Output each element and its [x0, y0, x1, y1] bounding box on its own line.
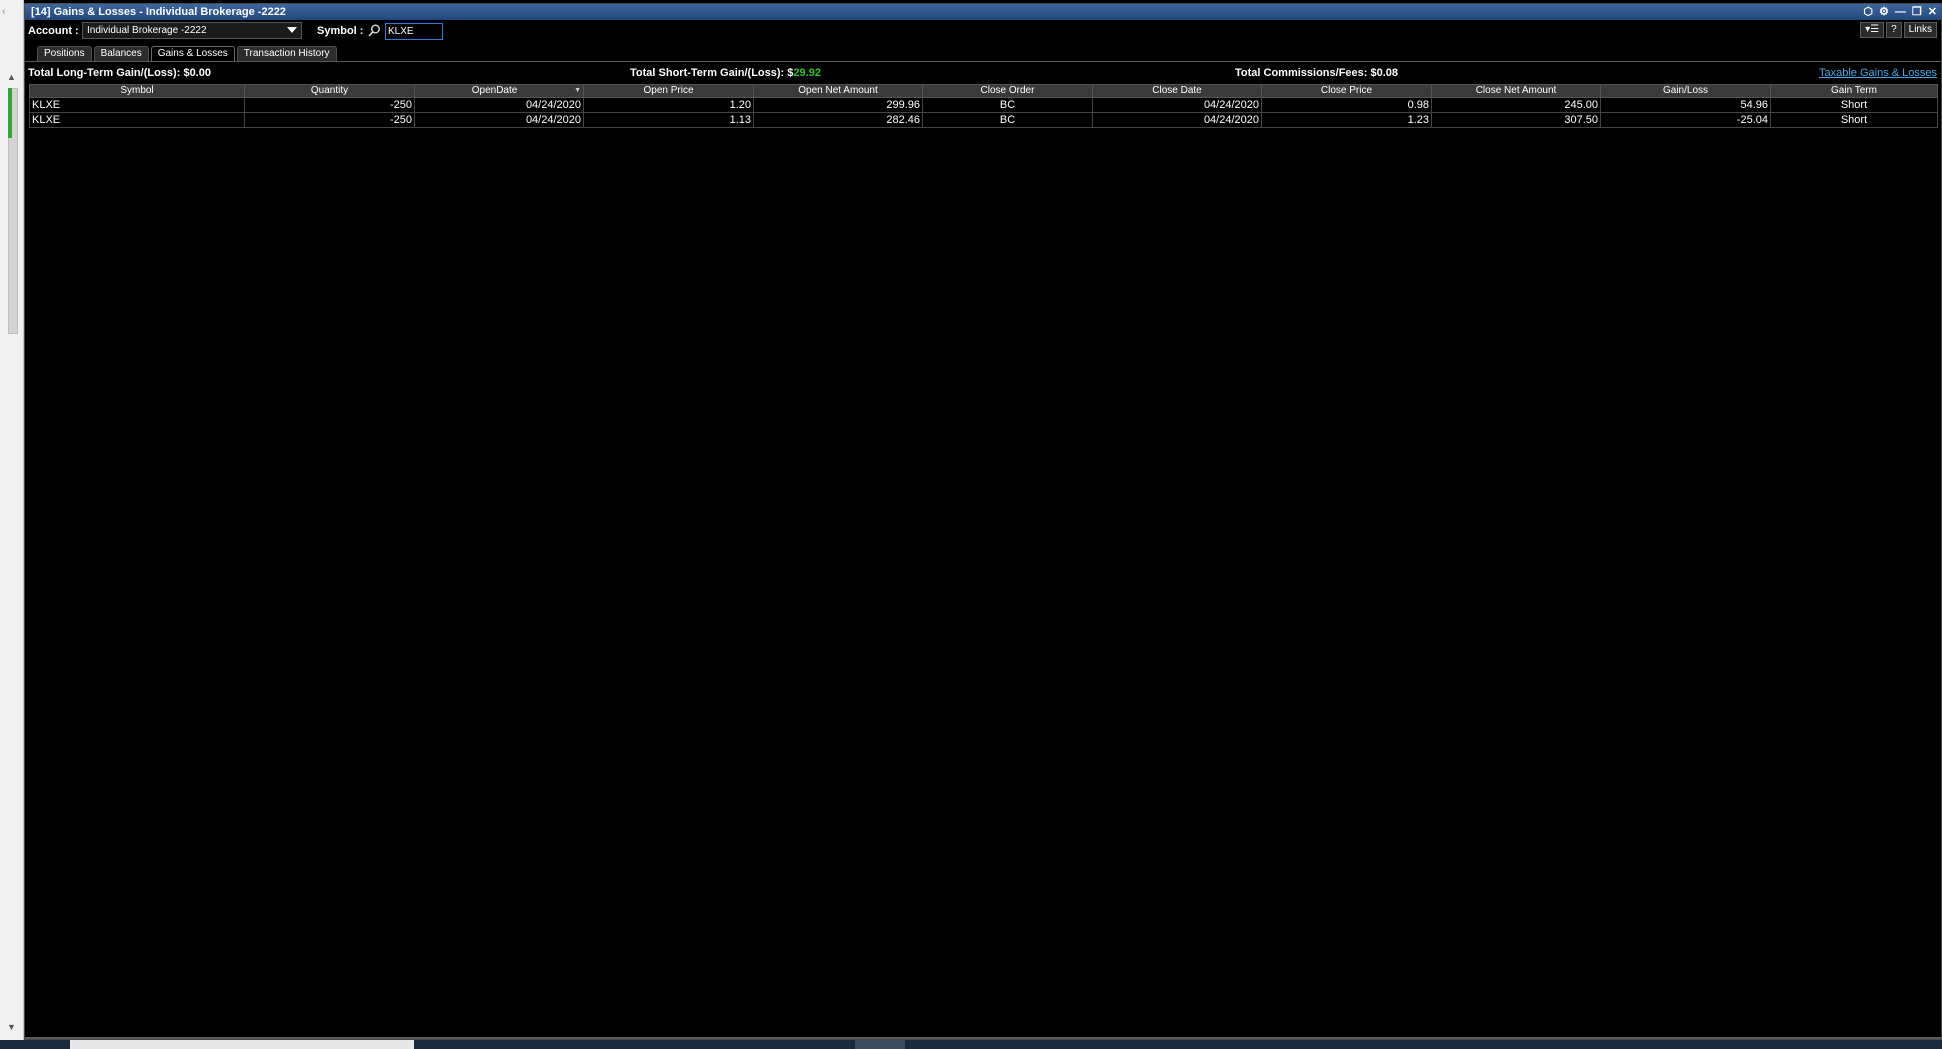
table-header-row: Symbol Quantity OpenDate ▼ Open Price Ope…	[29, 84, 1938, 98]
symbol-input[interactable]	[385, 23, 443, 40]
account-label: Account :	[28, 25, 79, 37]
window-title: [14] Gains & Losses - Individual Brokera…	[31, 6, 286, 18]
taskbar-active-app[interactable]	[855, 1040, 905, 1049]
search-icon[interactable]	[368, 24, 381, 37]
sort-desc-icon: ▼	[574, 87, 581, 94]
window-bottom-border	[25, 1037, 1941, 1039]
help-button[interactable]: ?	[1886, 22, 1902, 38]
col-header-opendate[interactable]: OpenDate ▼	[414, 84, 584, 98]
table-row[interactable]: KLXE -250 04/24/2020 1.20 299.96 BC 04/2…	[29, 97, 1938, 113]
cell-open-net-amount: 299.96	[753, 97, 923, 113]
col-header-close-date[interactable]: Close Date	[1092, 84, 1262, 98]
long-term-summary: Total Long-Term Gain/(Loss): $0.00	[28, 67, 211, 79]
cell-close-order: BC	[922, 112, 1093, 128]
cell-open-date: 04/24/2020	[414, 112, 584, 128]
col-header-symbol[interactable]: Symbol	[29, 84, 245, 98]
cell-gain-term: Short	[1770, 97, 1938, 113]
taskbar	[0, 1040, 1942, 1049]
cell-close-date: 04/24/2020	[1092, 112, 1262, 128]
cell-gain-loss: 54.96	[1600, 97, 1771, 113]
collapse-arrow-icon[interactable]: ‹	[2, 6, 5, 17]
cell-close-net-amount: 245.00	[1431, 97, 1601, 113]
cell-close-price: 1.23	[1261, 112, 1432, 128]
col-header-gain-term[interactable]: Gain Term	[1770, 84, 1938, 98]
col-header-close-price[interactable]: Close Price	[1261, 84, 1432, 98]
short-term-value: 29.92	[793, 67, 821, 79]
left-scroll-strip: ‹ ▲ ▼	[0, 0, 24, 1040]
cell-symbol: KLXE	[29, 97, 245, 113]
col-header-open-net-amount[interactable]: Open Net Amount	[753, 84, 923, 98]
cell-quantity: -250	[244, 97, 415, 113]
status-indicator	[8, 88, 12, 138]
cell-open-price: 1.20	[583, 97, 754, 113]
restore-icon[interactable]: ❐	[1912, 4, 1922, 20]
col-header-gain-loss[interactable]: Gain/Loss	[1600, 84, 1771, 98]
tab-bar: Positions Balances Gains & Losses Transa…	[37, 46, 337, 61]
cell-open-price: 1.13	[583, 112, 754, 128]
symbol-label: Symbol :	[317, 25, 364, 37]
link-icon[interactable]: ⬡	[1863, 4, 1873, 20]
tab-positions[interactable]: Positions	[37, 46, 92, 61]
long-term-label: Total Long-Term Gain/(Loss):	[28, 67, 181, 79]
chevron-down-icon	[287, 27, 297, 33]
summary-bar: Total Long-Term Gain/(Loss): $0.00 Total…	[25, 67, 1941, 81]
gains-losses-table: Symbol Quantity OpenDate ▼ Open Price Ope…	[29, 84, 1938, 128]
col-header-opendate-label: OpenDate	[471, 85, 518, 96]
cell-open-net-amount: 282.46	[753, 112, 923, 128]
menu-dropdown-icon[interactable]: ▾☰	[1860, 22, 1885, 38]
cell-gain-loss: -25.04	[1600, 112, 1771, 128]
window-controls: ⬡ ⚙ — ❐ ✕	[1863, 4, 1937, 20]
cell-open-date: 04/24/2020	[414, 97, 584, 113]
tab-balances[interactable]: Balances	[93, 46, 149, 61]
col-header-close-net-amount[interactable]: Close Net Amount	[1431, 84, 1601, 98]
scroll-down-icon[interactable]: ▼	[7, 1022, 16, 1032]
short-term-summary: Total Short-Term Gain/(Loss): $29.92	[630, 67, 821, 79]
gear-icon[interactable]: ⚙	[1879, 4, 1889, 20]
col-header-close-order[interactable]: Close Order	[922, 84, 1093, 98]
cell-close-date: 04/24/2020	[1092, 97, 1262, 113]
links-button[interactable]: Links	[1903, 22, 1937, 38]
account-select[interactable]: Individual Brokerage -2222	[82, 22, 302, 39]
title-bar[interactable]: [14] Gains & Losses - Individual Brokera…	[25, 4, 1941, 20]
cell-symbol: KLXE	[29, 112, 245, 128]
scroll-up-icon[interactable]: ▲	[7, 72, 16, 82]
account-select-value: Individual Brokerage -2222	[87, 25, 207, 36]
taskbar-search-box[interactable]	[70, 1040, 414, 1049]
minimize-icon[interactable]: —	[1895, 4, 1906, 20]
taxable-gains-losses-link[interactable]: Taxable Gains & Losses	[1819, 67, 1937, 79]
cell-close-price: 0.98	[1261, 97, 1432, 113]
col-header-quantity[interactable]: Quantity	[244, 84, 415, 98]
close-icon[interactable]: ✕	[1928, 4, 1937, 20]
tab-transaction-history[interactable]: Transaction History	[236, 46, 337, 61]
toolbar: Account : Individual Brokerage -2222 Sym…	[25, 20, 1941, 42]
table-row[interactable]: KLXE -250 04/24/2020 1.13 282.46 BC 04/2…	[29, 112, 1938, 128]
short-term-label: Total Short-Term Gain/(Loss):	[630, 67, 785, 79]
tab-divider	[25, 61, 1941, 62]
col-header-open-price[interactable]: Open Price	[583, 84, 754, 98]
gains-losses-window: [14] Gains & Losses - Individual Brokera…	[24, 3, 1942, 1040]
cell-quantity: -250	[244, 112, 415, 128]
cell-close-net-amount: 307.50	[1431, 112, 1601, 128]
commissions-value: 0.08	[1376, 67, 1399, 79]
commissions-summary: Total Commissions/Fees: $0.08	[1235, 67, 1398, 79]
cell-gain-term: Short	[1770, 112, 1938, 128]
long-term-value: 0.00	[189, 67, 211, 79]
commissions-label: Total Commissions/Fees:	[1235, 67, 1368, 79]
toolbar-right-buttons: ▾☰ ? Links	[1860, 22, 1937, 38]
cell-close-order: BC	[922, 97, 1093, 113]
tab-gains-losses[interactable]: Gains & Losses	[150, 46, 235, 61]
